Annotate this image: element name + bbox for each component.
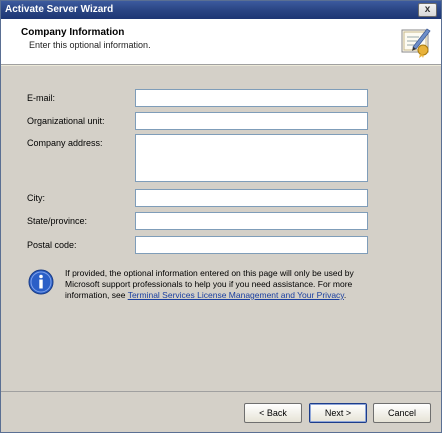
cancel-button[interactable]: Cancel	[373, 403, 431, 423]
close-icon: x	[424, 4, 431, 15]
wizard-header: Company Information Enter this optional …	[1, 19, 441, 65]
city-label: City:	[27, 193, 45, 203]
postal-code-field[interactable]	[135, 236, 368, 254]
next-button[interactable]: Next >	[309, 403, 367, 423]
close-button[interactable]: x	[418, 3, 437, 17]
title-bar[interactable]: Activate Server Wizard x	[1, 1, 441, 19]
privacy-link[interactable]: Terminal Services License Management and…	[128, 290, 344, 300]
company-address-field[interactable]	[135, 134, 368, 182]
privacy-info-text: If provided, the optional information en…	[65, 268, 385, 301]
state-province-field[interactable]	[135, 212, 368, 230]
wizard-window: Activate Server Wizard x Company Informa…	[0, 0, 442, 433]
privacy-info-end: .	[343, 290, 347, 300]
email-label: E-mail:	[27, 93, 56, 103]
state-province-label: State/province:	[27, 216, 88, 226]
page-title: Company Information	[21, 27, 125, 38]
back-button[interactable]: < Back	[244, 403, 302, 423]
organizational-unit-field[interactable]	[135, 112, 368, 130]
city-field[interactable]	[135, 189, 368, 207]
page-subtitle: Enter this optional information.	[29, 40, 151, 50]
organizational-unit-label: Organizational unit:	[27, 116, 105, 126]
window-title: Activate Server Wizard	[5, 4, 114, 15]
postal-code-label: Postal code:	[27, 240, 77, 250]
certificate-pen-icon	[401, 28, 431, 58]
company-address-label: Company address:	[27, 138, 103, 148]
info-icon	[28, 269, 54, 295]
email-field[interactable]	[135, 89, 368, 107]
